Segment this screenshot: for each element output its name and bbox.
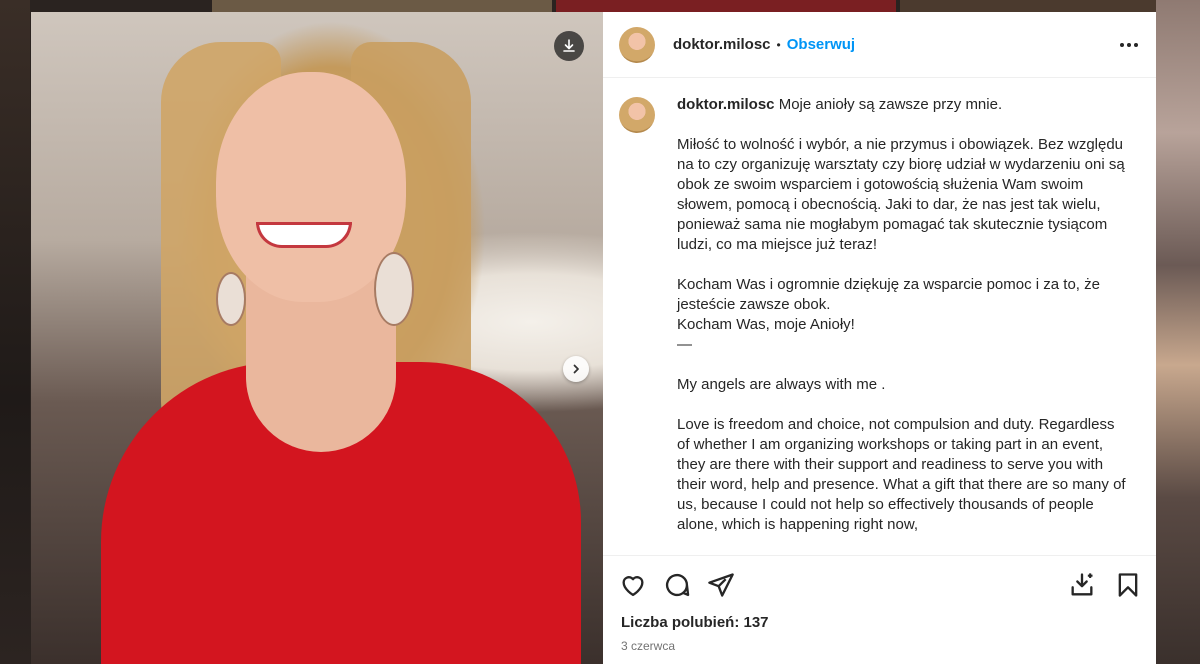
photo-earring-right: [374, 252, 414, 326]
comments-area[interactable]: doktor.milosc Moje anioły są zawsze przy…: [603, 79, 1156, 555]
save-to-device-icon[interactable]: [1068, 571, 1096, 599]
caption-first-line: Moje anioły są zawsze przy mnie.: [778, 96, 1003, 113]
post-sidebar: doktor.milosc • Obserwuj doktor.milosc M…: [603, 12, 1156, 664]
caption-body: Miłość to wolność i wybór, a nie przymus…: [677, 136, 1126, 533]
follow-button[interactable]: Obserwuj: [787, 36, 855, 53]
caption-author-username[interactable]: doktor.milosc: [677, 96, 775, 113]
background-post-left: [0, 0, 30, 664]
background-post-top-1: [212, 0, 552, 12]
more-options-icon[interactable]: [1120, 42, 1138, 47]
send-icon[interactable]: [707, 571, 735, 599]
action-bar-right: [1068, 571, 1142, 599]
post-modal: doktor.milosc • Obserwuj doktor.milosc M…: [31, 12, 1156, 664]
post-photo[interactable]: [31, 12, 603, 664]
background-post-top-2: [556, 0, 896, 12]
bookmark-icon[interactable]: [1114, 571, 1142, 599]
likes-count[interactable]: Liczba polubień: 137: [603, 600, 1156, 631]
caption-author-avatar[interactable]: [619, 97, 655, 133]
photo-smile: [256, 222, 352, 248]
post-actions-area: Liczba polubień: 137 3 czerwca: [603, 555, 1156, 653]
action-bar: [603, 556, 1156, 600]
caption-text: doktor.milosc Moje anioły są zawsze przy…: [677, 95, 1126, 535]
download-icon: [563, 39, 575, 52]
post-date[interactable]: 3 czerwca: [603, 631, 1156, 653]
background-post-right[interactable]: [1156, 0, 1200, 664]
author-username[interactable]: doktor.milosc: [673, 36, 771, 53]
next-image-button[interactable]: [563, 356, 589, 382]
photo-earring-left: [216, 272, 246, 326]
chevron-right-icon: [573, 364, 579, 374]
author-avatar[interactable]: [619, 26, 655, 63]
heart-icon[interactable]: [619, 571, 647, 599]
post-header: doktor.milosc • Obserwuj: [603, 12, 1156, 78]
download-button[interactable]: [554, 31, 584, 61]
background-post-top-3: [900, 0, 1200, 12]
header-separator: •: [776, 37, 781, 52]
post-caption: doktor.milosc Moje anioły są zawsze przy…: [603, 79, 1156, 535]
comment-icon[interactable]: [663, 571, 691, 599]
